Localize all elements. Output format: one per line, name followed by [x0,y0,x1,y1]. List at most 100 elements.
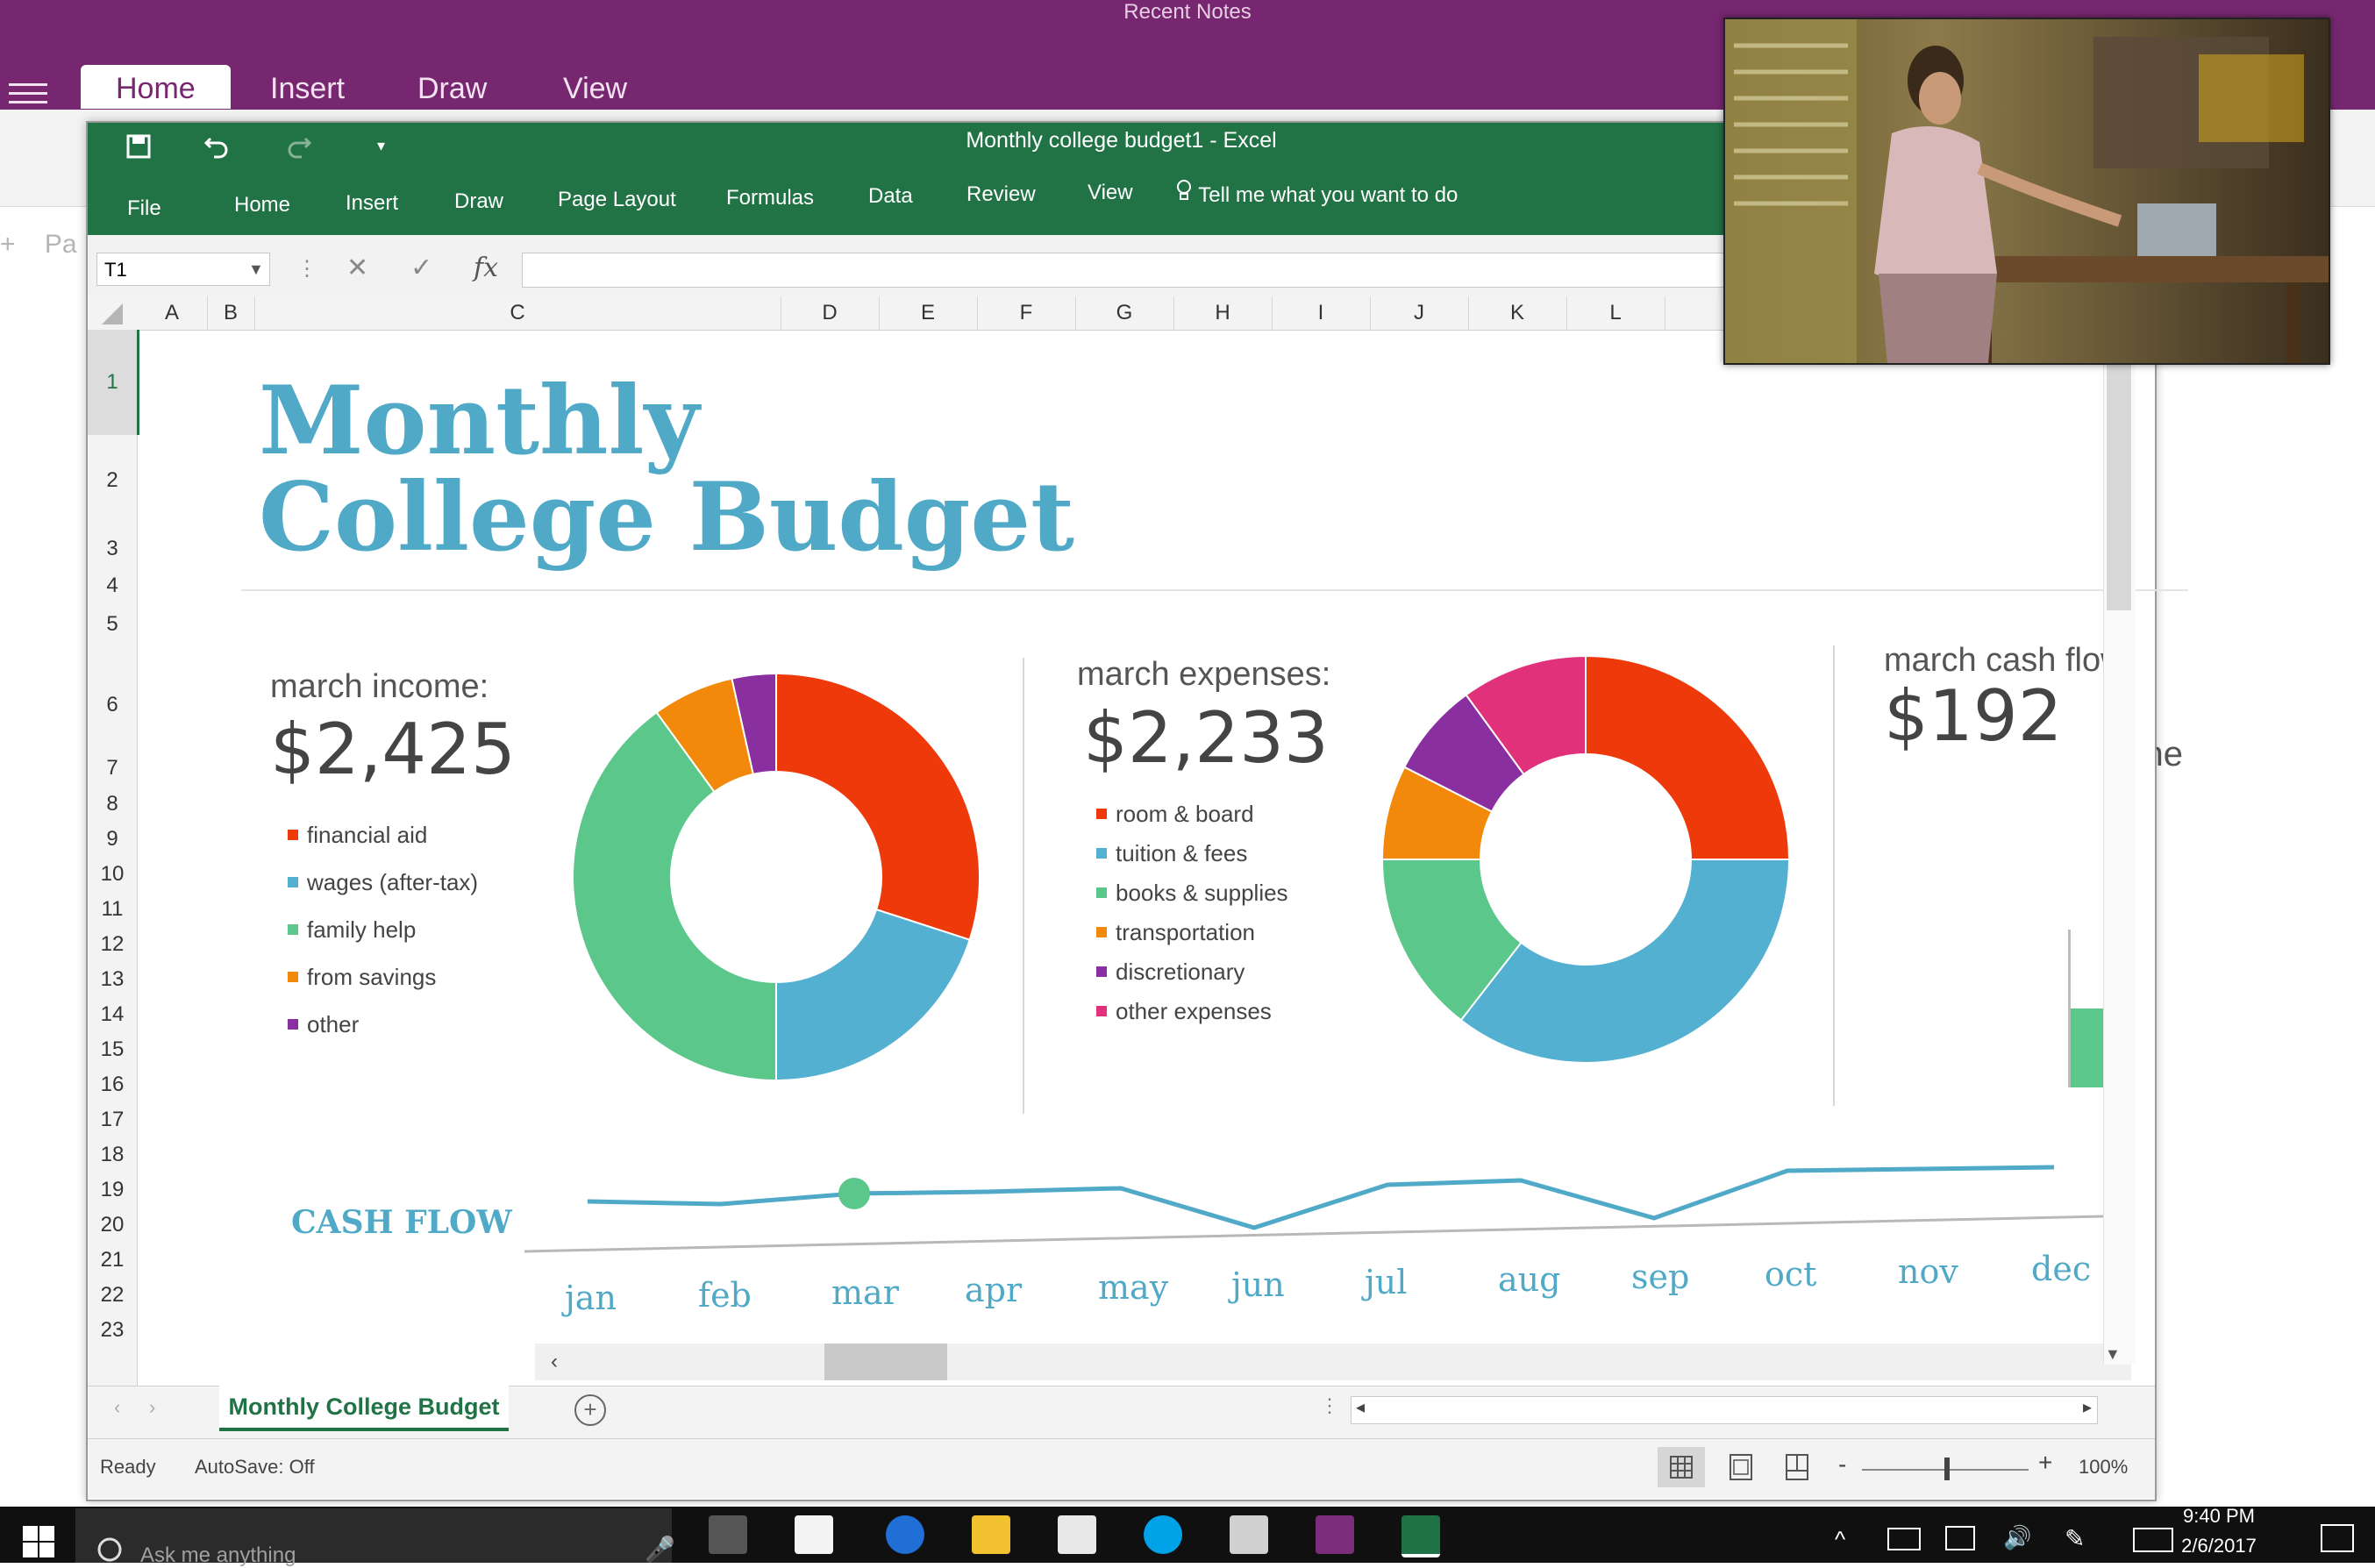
row-header-9[interactable]: 9 [88,827,137,852]
zoom-slider-thumb[interactable] [1944,1458,1950,1480]
column-header-k[interactable]: K [1468,296,1567,330]
task-view-icon[interactable] [709,1515,747,1554]
row-header-23[interactable]: 23 [88,1318,137,1343]
column-header-j[interactable]: J [1370,296,1469,330]
excel-tab-insert[interactable]: Insert [346,191,398,216]
column-header-c[interactable]: C [254,296,781,330]
split-handle-icon[interactable]: ⋮ [1320,1394,1339,1417]
cashflow-highlight-point[interactable] [838,1178,870,1209]
column-header-b[interactable]: B [207,296,255,330]
excel-tab-file[interactable]: File [127,196,161,221]
row-header-2[interactable]: 2 [88,468,137,493]
name-box[interactable]: T1 [96,253,270,286]
zoom-level[interactable]: 100% [2079,1456,2128,1479]
hamburger-menu-icon[interactable] [9,77,47,110]
insert-function-icon[interactable]: fx [474,253,498,283]
cashflow-line-chart[interactable] [524,1153,2103,1276]
income-donut-chart[interactable] [566,666,987,1087]
excel-tab-review[interactable]: Review [966,182,1036,207]
donut-slice[interactable] [775,672,981,941]
scroll-down-icon[interactable]: ▼ [2105,1345,2121,1364]
row-header-10[interactable]: 10 [88,862,137,887]
column-header-f[interactable]: F [977,296,1076,330]
select-all-icon[interactable] [96,303,123,329]
row-header-19[interactable]: 19 [88,1178,137,1202]
action-center-icon[interactable] [2321,1524,2354,1552]
row-header-6[interactable]: 6 [88,693,137,717]
scroll-right-icon[interactable]: ▸ [2083,1396,2092,1418]
scroll-left-icon[interactable]: ◂ [1356,1396,1365,1418]
volume-icon[interactable]: 🔊 [2003,1524,2031,1551]
network-icon[interactable] [1945,1526,1975,1550]
column-header-e[interactable]: E [879,296,978,330]
onenote-tab-view[interactable]: View [528,65,662,109]
onenote-tab-insert[interactable]: Insert [235,65,380,109]
column-header-a[interactable]: A [137,296,208,330]
movie-maker-icon[interactable] [1230,1515,1268,1554]
row-header-15[interactable]: 15 [88,1037,137,1062]
row-header-14[interactable]: 14 [88,1002,137,1027]
column-header-d[interactable]: D [781,296,880,330]
row-header-21[interactable]: 21 [88,1248,137,1272]
pen-ink-icon[interactable]: ✎ [2065,1524,2085,1553]
row-header-13[interactable]: 13 [88,967,137,992]
row-header-1[interactable]: 1 [88,370,137,395]
zoom-in-button[interactable]: + [2038,1449,2052,1477]
edge-browser-icon[interactable] [886,1515,924,1554]
redo-icon[interactable] [286,133,312,167]
row-header-22[interactable]: 22 [88,1283,137,1308]
store-icon[interactable] [1058,1515,1096,1554]
save-icon[interactable] [126,133,151,166]
chart-scroll-left-icon[interactable]: ‹ [551,1343,558,1380]
add-sheet-icon[interactable]: + [574,1394,606,1426]
taskbar-clock[interactable]: 9:40 PM 2/6/2017 [2166,1501,2272,1561]
row-header-17[interactable]: 17 [88,1108,137,1132]
row-header-16[interactable]: 16 [88,1073,137,1097]
video-overlay[interactable] [1723,18,2330,365]
excel-tab-view[interactable]: View [1088,181,1133,205]
row-header-5[interactable]: 5 [88,612,137,637]
horizontal-scrollbar[interactable] [1351,1396,2098,1424]
show-hidden-icons-icon[interactable]: ^ [1835,1526,1845,1553]
file-explorer-icon[interactable] [972,1515,1010,1554]
page-break-view-icon[interactable] [1773,1447,1821,1487]
row-header-20[interactable]: 20 [88,1213,137,1237]
row-header-12[interactable]: 12 [88,932,137,957]
onenote-add-page[interactable]: + Pa [0,230,77,260]
chart-scrollbar[interactable] [535,1343,2131,1380]
onenote-tab-draw[interactable]: Draw [382,65,522,109]
excel-tab-data[interactable]: Data [868,184,913,209]
column-header-g[interactable]: G [1075,296,1174,330]
battery-icon[interactable] [1887,1528,1921,1550]
tell-me-box[interactable]: Tell me what you want to do [1175,179,1458,208]
onenote-app-icon[interactable] [1316,1515,1354,1554]
excel-app-icon[interactable] [1401,1515,1440,1557]
page-layout-view-icon[interactable] [1717,1447,1765,1487]
undo-icon[interactable] [203,133,230,167]
skype-icon[interactable] [1144,1515,1182,1554]
donut-slice[interactable] [1585,654,1791,860]
column-header-l[interactable]: L [1566,296,1665,330]
onenote-tab-home[interactable]: Home [81,65,231,109]
more-options-icon[interactable]: ⋮ [296,256,317,282]
chart-scrollbar-thumb[interactable] [824,1343,947,1380]
cancel-entry-icon[interactable]: ✕ [346,253,368,283]
donut-slice[interactable] [1459,859,1791,1064]
row-header-8[interactable]: 8 [88,792,137,816]
name-box-dropdown-icon[interactable]: ▼ [248,253,264,286]
normal-view-icon[interactable] [1658,1447,1705,1487]
vertical-scrollbar-thumb[interactable] [2107,330,2131,610]
microphone-icon[interactable]: 🎤 [645,1535,675,1564]
excel-tab-page-layout[interactable]: Page Layout [558,188,676,212]
sheet-nav-prev-icon[interactable]: ‹ [114,1396,120,1419]
column-header-h[interactable]: H [1173,296,1273,330]
sheet-nav-next-icon[interactable]: › [149,1396,155,1419]
sheet-tab-monthly-college-budget[interactable]: Monthly College Budget [219,1386,509,1431]
excel-tab-draw[interactable]: Draw [454,189,503,214]
windows-start-icon[interactable] [21,1524,56,1564]
row-header-4[interactable]: 4 [88,574,137,598]
customize-qat-icon[interactable]: ▾ [377,137,385,155]
row-header-3[interactable]: 3 [88,537,137,561]
row-header-7[interactable]: 7 [88,756,137,780]
column-header-i[interactable]: I [1272,296,1371,330]
